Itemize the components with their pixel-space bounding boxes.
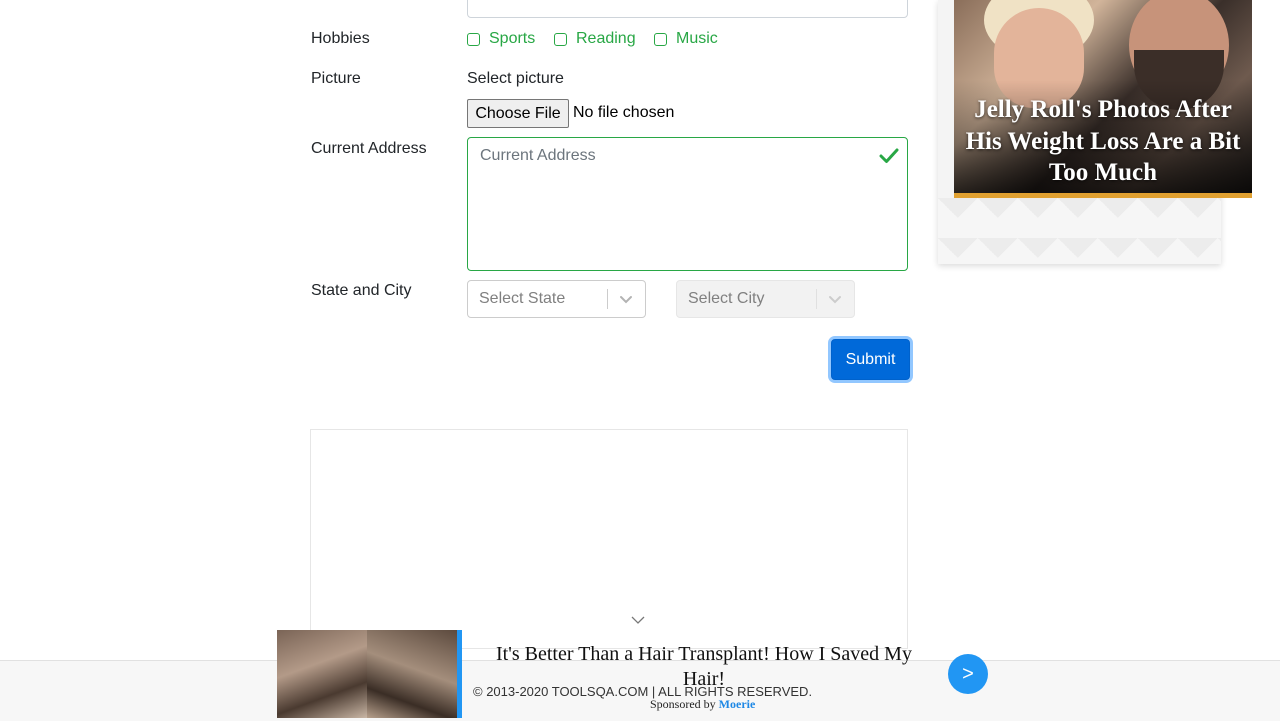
city-select[interactable]: Select City [676, 280, 855, 318]
ad-next-button[interactable]: > [948, 654, 988, 694]
file-status: No file chosen [573, 104, 675, 121]
picture-label: Picture [311, 70, 361, 87]
state-select-placeholder: Select State [479, 290, 566, 307]
chevron-down-icon[interactable] [618, 292, 634, 306]
current-address-label: Current Address [311, 140, 427, 157]
chevron-down-icon[interactable] [827, 292, 843, 306]
bottom-ad-title[interactable]: It's Better Than a Hair Transplant! How … [494, 642, 914, 692]
side-ad-headline[interactable]: Jelly Roll's Photos After His Weight Los… [958, 94, 1248, 189]
side-ad-image[interactable]: Jelly Roll's Photos After His Weight Los… [954, 0, 1252, 193]
ad-placeholder [310, 429, 908, 649]
sports-checkbox-label[interactable]: Sports [489, 30, 535, 48]
choose-file-button[interactable]: Choose File [467, 99, 569, 128]
sports-checkbox[interactable] [467, 32, 480, 46]
hobby-music[interactable]: Music [654, 30, 718, 48]
hobbies-label: Hobbies [311, 30, 370, 47]
subjects-input[interactable] [467, 0, 908, 18]
chevron-down-icon[interactable] [630, 614, 646, 626]
sponsored-prefix: Sponsored by [650, 697, 716, 711]
city-select-separator [816, 289, 817, 309]
side-ad-pattern [938, 198, 1221, 264]
side-ad-accent-bar [954, 193, 1252, 198]
check-icon [879, 148, 899, 163]
reading-checkbox[interactable] [554, 32, 567, 46]
state-select-separator [607, 289, 608, 309]
bottom-ad-image[interactable] [277, 630, 462, 718]
music-checkbox-label[interactable]: Music [676, 30, 718, 48]
submit-button[interactable]: Submit [831, 339, 910, 380]
sponsor-link[interactable]: Moerie [719, 697, 756, 711]
state-select[interactable]: Select State [467, 280, 646, 318]
current-address-textarea[interactable]: Current Address [467, 137, 908, 271]
state-city-label: State and City [311, 282, 412, 299]
select-picture-label: Select picture [467, 70, 564, 87]
sponsored-label: Sponsored by Moerie [650, 697, 755, 712]
current-address-placeholder: Current Address [480, 147, 596, 164]
hobby-reading[interactable]: Reading [554, 30, 636, 48]
music-checkbox[interactable] [654, 32, 667, 46]
city-select-placeholder: Select City [688, 290, 765, 307]
hobby-sports[interactable]: Sports [467, 30, 535, 48]
reading-checkbox-label[interactable]: Reading [576, 30, 636, 48]
